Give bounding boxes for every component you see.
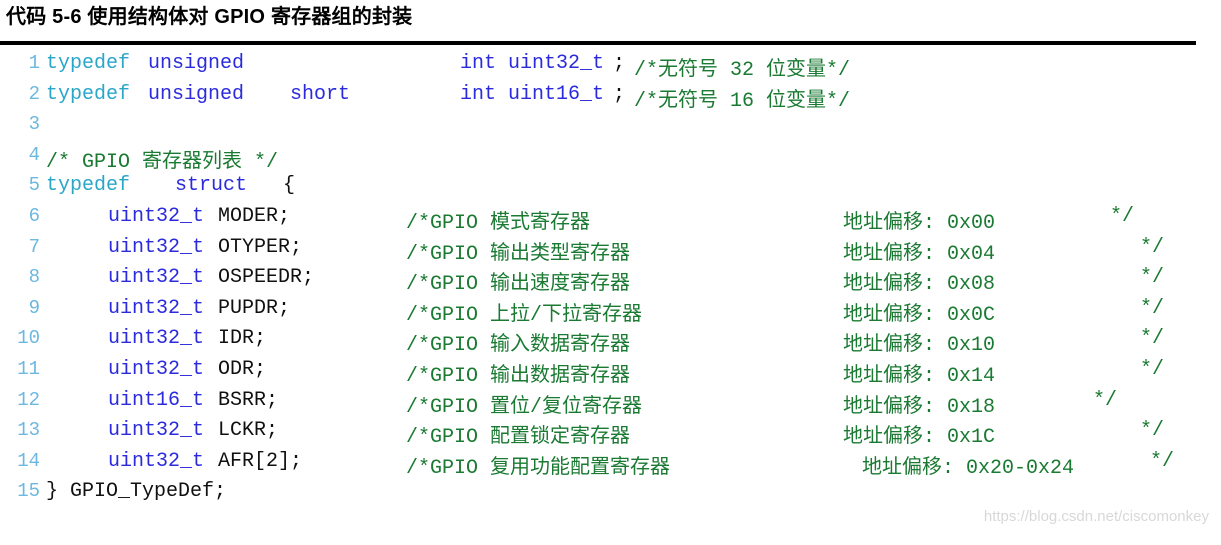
- code-token: /*GPIO 置位/复位寄存器: [406, 395, 643, 419]
- code-token: OSPEEDR;: [218, 266, 315, 290]
- code-token: uint32_t: [108, 266, 205, 290]
- code-token: IDR;: [218, 327, 267, 351]
- code-token: uint32_t: [108, 204, 205, 228]
- code-token: */: [1140, 266, 1165, 290]
- code-token: /*GPIO 上拉/下拉寄存器: [406, 303, 643, 327]
- line-number: 10: [17, 327, 40, 350]
- code-token: */: [1093, 388, 1118, 412]
- code-line: 9 uint32_t PUPDR; /*GPIO 上拉/下拉寄存器 地址偏移: 0x0C…: [0, 297, 1221, 328]
- code-token: */: [1140, 357, 1165, 381]
- code-line: 8 uint32_t OSPEEDR; /*GPIO 输出速度寄存器 地址偏移: 0x0…: [0, 266, 1221, 297]
- line-number: 1: [28, 52, 40, 74]
- line-number: 13: [17, 419, 40, 442]
- code-token: uint16_t: [108, 388, 205, 412]
- code-token: /*GPIO 输出数据寄存器: [406, 364, 631, 388]
- code-token: unsigned: [148, 52, 245, 75]
- code-token: uint32_t: [108, 357, 205, 381]
- line-number: 9: [28, 296, 40, 319]
- line-number: 2: [28, 82, 40, 105]
- code-line: 7 uint32_t OTYPER; /*GPIO 输出类型寄存器 地址偏移: 0x04…: [0, 236, 1221, 267]
- code-line: 11 uint32_t ODR; /*GPIO 输出数据寄存器 地址偏移: 0x14 */: [0, 358, 1221, 389]
- code-line: 3: [0, 113, 1221, 144]
- line-number: 6: [28, 204, 40, 227]
- code-token: 地址偏移: 0x10: [843, 334, 996, 358]
- code-token: MODER;: [218, 204, 291, 228]
- code-token: */: [1140, 419, 1165, 443]
- code-token: 地址偏移: 0x1C: [843, 426, 996, 450]
- page-title: 代码 5-6 使用结构体对 GPIO 寄存器组的封装: [6, 6, 413, 28]
- code-line: 15 } GPIO_TypeDef;: [0, 480, 1221, 511]
- code-token: 地址偏移: 0x00: [843, 211, 996, 235]
- code-token: 地址偏移: 0x0C: [843, 303, 996, 327]
- code-token: OTYPER;: [218, 235, 303, 259]
- watermark: https://blog.csdn.net/ciscomonkey: [983, 508, 1209, 525]
- code-token: {: [283, 174, 296, 198]
- code-token: LCKR;: [218, 419, 279, 443]
- line-number: 15: [17, 480, 40, 503]
- code-token: /*GPIO 复用功能配置寄存器: [406, 456, 671, 480]
- code-line: 13 uint32_t LCKR; /*GPIO 配置锁定寄存器 地址偏移: 0x1C *…: [0, 419, 1221, 450]
- code-token: short: [290, 82, 351, 106]
- code-line: 10 uint32_t IDR; /*GPIO 输入数据寄存器 地址偏移: 0x10 */: [0, 327, 1221, 358]
- title-divider: [0, 41, 1196, 45]
- line-number: 4: [28, 143, 40, 166]
- code-token: } GPIO_TypeDef;: [46, 480, 227, 504]
- code-token: /*GPIO 输出速度寄存器: [406, 273, 631, 297]
- code-token: 地址偏移: 0x04: [843, 242, 996, 266]
- code-token: unsigned: [148, 82, 245, 106]
- code-line: 12 uint16_t BSRR; /*GPIO 置位/复位寄存器 地址偏移: 0x18…: [0, 389, 1221, 420]
- code-token: 地址偏移: 0x20-0x24: [862, 456, 1075, 480]
- code-token: */: [1140, 235, 1165, 259]
- code-line: 4 /* GPIO 寄存器列表 */: [0, 144, 1221, 175]
- code-token: int: [460, 52, 497, 75]
- code-token: */: [1110, 204, 1135, 228]
- code-token: struct: [175, 174, 248, 198]
- code-block: 1 typedef unsigned int uint32_t; /*无符号 32 位变量…: [0, 52, 1221, 545]
- code-token: uint32_t: [108, 419, 205, 443]
- code-token: ;: [613, 82, 626, 106]
- code-token: AFR[2];: [218, 449, 303, 473]
- line-number: 12: [17, 388, 40, 411]
- code-token: uint32_t: [108, 296, 205, 320]
- code-token: /* GPIO 寄存器列表 */: [46, 150, 279, 174]
- code-token: /*无符号 16 位变量*/: [634, 89, 851, 113]
- code-token: uint32_t: [108, 449, 205, 473]
- code-line: 6 uint32_t MODER; /*GPIO 模式寄存器 地址偏移: 0x00 */: [0, 205, 1221, 236]
- code-line: 2 typedef unsigned short int uint16_t; /*无符号 1…: [0, 83, 1221, 114]
- line-number: 11: [17, 357, 40, 380]
- line-number: 3: [28, 113, 40, 136]
- code-token: PUPDR;: [218, 296, 291, 320]
- code-line: 1 typedef unsigned int uint32_t; /*无符号 32 位变量…: [0, 52, 1221, 83]
- code-line: 5 typedef struct {: [0, 174, 1221, 205]
- code-token: uint32_t: [508, 52, 605, 75]
- code-token: */: [1150, 449, 1175, 473]
- code-token: BSRR;: [218, 388, 279, 412]
- code-token: */: [1140, 296, 1165, 320]
- code-line: 14 uint32_t AFR[2]; /*GPIO 复用功能配置寄存器 地址偏移: 0…: [0, 450, 1221, 481]
- code-token: uint32_t: [108, 235, 205, 259]
- code-token: /*GPIO 输入数据寄存器: [406, 334, 631, 358]
- code-token: 地址偏移: 0x14: [843, 364, 996, 388]
- code-token: int: [460, 82, 497, 106]
- code-token: typedef: [46, 174, 131, 198]
- code-token: typedef: [46, 82, 131, 106]
- code-token: 地址偏移: 0x08: [843, 273, 996, 297]
- code-token: 地址偏移: 0x18: [843, 395, 996, 419]
- code-token: ODR;: [218, 357, 267, 381]
- code-token: uint16_t: [508, 82, 605, 106]
- line-number: 8: [28, 266, 40, 289]
- code-token: /*GPIO 输出类型寄存器: [406, 242, 631, 266]
- line-number: 5: [28, 174, 40, 197]
- code-token: */: [1140, 327, 1165, 351]
- code-token: typedef: [46, 52, 131, 75]
- line-number: 7: [28, 235, 40, 258]
- code-token: /*GPIO 模式寄存器: [406, 211, 591, 235]
- code-token: uint32_t: [108, 327, 205, 351]
- code-token: ;: [613, 52, 626, 75]
- code-token: /*GPIO 配置锁定寄存器: [406, 426, 631, 450]
- code-token: /*无符号 32 位变量*/: [634, 59, 851, 82]
- code-listing-page: 代码 5-6 使用结构体对 GPIO 寄存器组的封装 1 typedef unsig…: [0, 0, 1221, 545]
- line-number: 14: [17, 449, 40, 472]
